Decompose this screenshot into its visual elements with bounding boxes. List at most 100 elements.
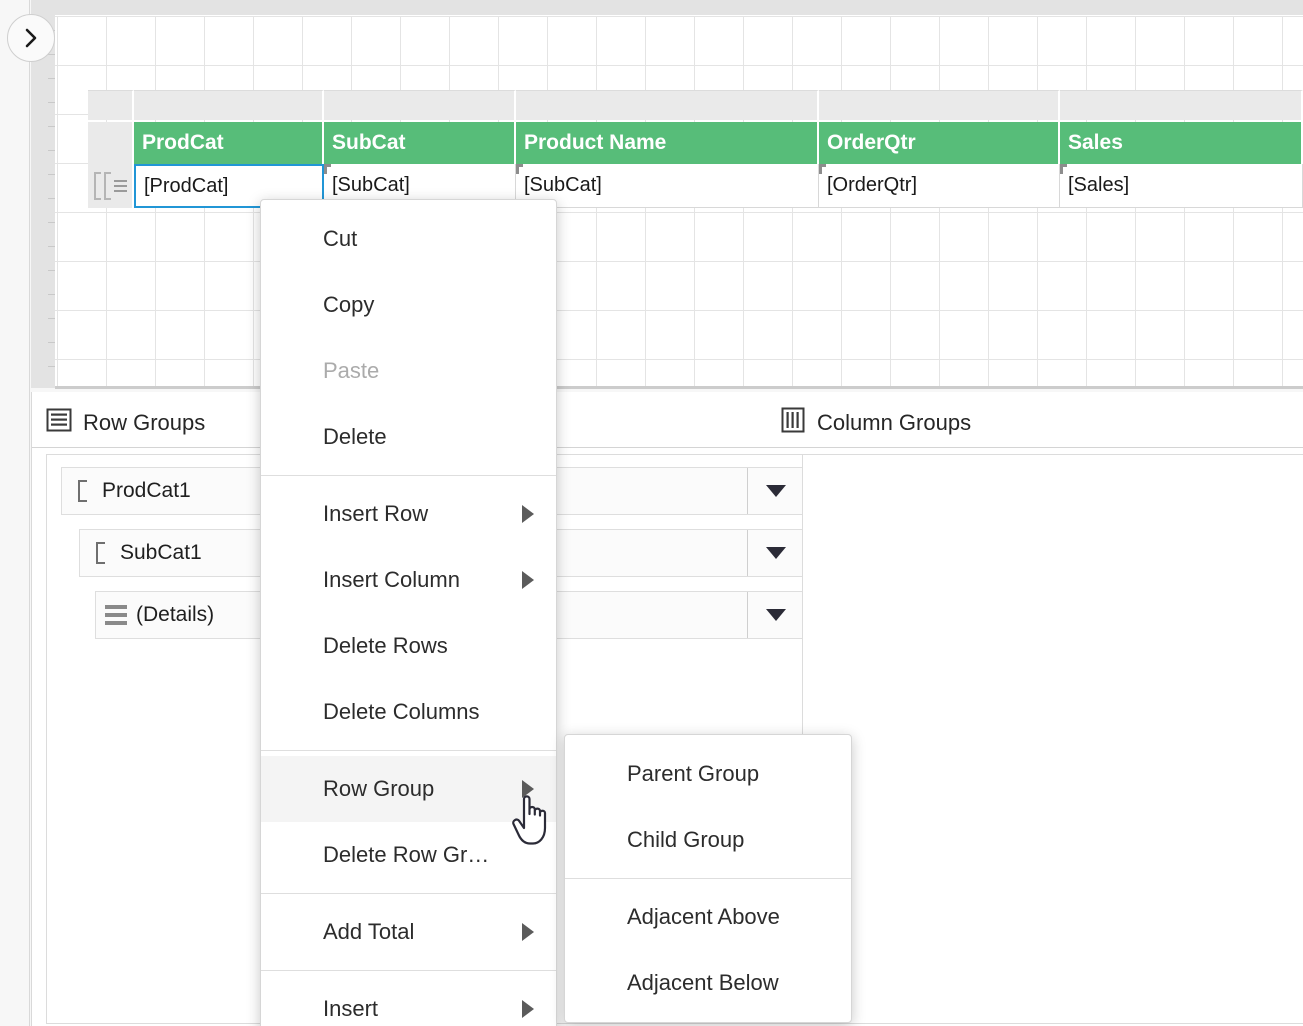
cell-corner-marker bbox=[819, 164, 826, 174]
row-group-dropdown-button[interactable] bbox=[747, 530, 804, 576]
menu-item[interactable]: Insert Row bbox=[261, 481, 556, 547]
group-bracket-icon bbox=[93, 172, 101, 200]
tablix-header-cell[interactable]: Sales bbox=[1060, 122, 1303, 164]
menu-item[interactable]: Adjacent Below bbox=[565, 950, 851, 1016]
column-handle[interactable] bbox=[819, 90, 1060, 120]
details-hamburger-icon bbox=[113, 180, 127, 192]
menu-item[interactable]: Copy bbox=[261, 272, 556, 338]
menu-item-label: Child Group bbox=[627, 827, 745, 852]
column-handle[interactable] bbox=[1060, 90, 1303, 120]
menu-item-label: Row Group bbox=[323, 776, 435, 801]
menu-item-label: Delete Row Gr… bbox=[323, 842, 490, 867]
cell-corner-marker bbox=[516, 164, 523, 174]
menu-item[interactable]: Cut bbox=[261, 206, 556, 272]
row-group-submenu[interactable]: Parent Group Child Group Adjacent Above Adj… bbox=[564, 734, 852, 1023]
menu-item[interactable]: Insert Column bbox=[261, 547, 556, 613]
menu-item-label: Paste bbox=[323, 358, 380, 383]
row-group-label: SubCat1 bbox=[120, 541, 202, 564]
menu-item-label: Delete bbox=[323, 424, 387, 449]
tablix-cell-expression: [Sales] bbox=[1068, 174, 1130, 196]
submenu-arrow-icon bbox=[522, 1000, 534, 1018]
tablix-column: ProdCat [ProdCat] bbox=[134, 122, 324, 208]
chevron-right-icon bbox=[20, 27, 42, 49]
menu-item[interactable]: Delete Rows bbox=[261, 613, 556, 679]
column-groups-icon bbox=[780, 407, 806, 438]
menu-item[interactable]: Delete Row Gr… bbox=[261, 822, 556, 888]
menu-item[interactable]: Child Group bbox=[565, 807, 851, 873]
menu-item-label: Delete Rows bbox=[323, 633, 448, 658]
tablix-column: OrderQtr [OrderQtr] bbox=[819, 122, 1060, 208]
left-rail bbox=[0, 0, 30, 1026]
tablix-header-cell[interactable]: OrderQtr bbox=[819, 122, 1060, 164]
tablix-body: ProdCat [ProdCat] SubCat [SubCat] Product Na… bbox=[88, 122, 1303, 208]
tablix-column: SubCat [SubCat] bbox=[324, 122, 516, 208]
column-handle[interactable] bbox=[324, 90, 516, 120]
group-bracket-icon bbox=[103, 172, 111, 200]
canvas-bottom-edge bbox=[55, 386, 1303, 389]
tablix-detail-cell[interactable]: [OrderQtr] bbox=[819, 164, 1060, 208]
column-groups-title: Column Groups bbox=[817, 409, 972, 435]
tablix-column-handles[interactable] bbox=[88, 90, 1303, 120]
chevron-down-icon bbox=[766, 609, 786, 621]
row-handle-detail[interactable] bbox=[88, 164, 134, 208]
tablix-cell-expression: [SubCat] bbox=[332, 174, 410, 196]
horizontal-ruler bbox=[55, 0, 1303, 15]
tablix-header-cell[interactable]: Product Name bbox=[516, 122, 819, 164]
menu-item[interactable]: Adjacent Above bbox=[565, 884, 851, 950]
menu-item[interactable]: Parent Group bbox=[565, 741, 851, 807]
design-surface[interactable]: ProdCat [ProdCat] SubCat [SubCat] Product Na… bbox=[55, 0, 1303, 389]
row-group-label: (Details) bbox=[136, 603, 215, 626]
group-bracket-icon bbox=[62, 480, 102, 502]
menu-item-label: Adjacent Above bbox=[627, 904, 780, 929]
menu-item-label: Parent Group bbox=[627, 761, 760, 786]
row-group-label: ProdCat1 bbox=[102, 479, 191, 502]
submenu-arrow-icon bbox=[522, 571, 534, 589]
tablix-detail-cell[interactable]: [SubCat] bbox=[516, 164, 819, 208]
menu-item[interactable]: Delete bbox=[261, 404, 556, 470]
tablix-header-cell[interactable]: ProdCat bbox=[134, 122, 324, 164]
cell-corner-marker bbox=[1060, 164, 1067, 174]
tablix-cell-expression: [OrderQtr] bbox=[827, 174, 918, 196]
menu-item-label: Add Total bbox=[323, 919, 415, 944]
menu-item-label: Insert Row bbox=[323, 501, 429, 526]
menu-separator bbox=[261, 475, 556, 476]
menu-item-label: Adjacent Below bbox=[627, 970, 779, 995]
tablix-cell-expression: [ProdCat] bbox=[144, 174, 229, 197]
tablix-cell-expression: [SubCat] bbox=[524, 174, 602, 196]
report-designer-window: ProdCat [ProdCat] SubCat [SubCat] Product Na… bbox=[0, 0, 1303, 1026]
column-groups-header: Column Groups bbox=[780, 398, 971, 447]
submenu-arrow-icon bbox=[522, 780, 534, 798]
menu-separator bbox=[565, 878, 851, 879]
column-handle[interactable] bbox=[516, 90, 819, 120]
panel-expand-button[interactable] bbox=[7, 14, 55, 62]
details-hamburger-icon bbox=[96, 605, 136, 625]
menu-item-label: Copy bbox=[323, 292, 375, 317]
tablix-header-cell[interactable]: SubCat bbox=[324, 122, 516, 164]
menu-separator bbox=[261, 893, 556, 894]
menu-item-label: Insert bbox=[323, 996, 379, 1021]
column-handle[interactable] bbox=[134, 90, 324, 120]
row-groups-icon bbox=[46, 407, 72, 438]
row-group-dropdown-button[interactable] bbox=[747, 592, 804, 638]
cell-corner-marker bbox=[324, 164, 331, 174]
tablix-column: Sales [Sales] bbox=[1060, 122, 1303, 208]
column-groups-pane[interactable] bbox=[802, 454, 1303, 1024]
menu-item-label: Insert Column bbox=[323, 567, 460, 592]
submenu-arrow-icon bbox=[522, 505, 534, 523]
tablix-context-menu[interactable]: Cut Copy Paste Delete Insert Row Insert Colum… bbox=[260, 199, 557, 1026]
tablix-corner-handle[interactable] bbox=[88, 90, 134, 120]
grouping-pane-headerbar: Row Groups Column Groups bbox=[32, 398, 1303, 448]
row-groups-header: Row Groups bbox=[46, 398, 205, 447]
tablix-row-handles[interactable] bbox=[88, 122, 134, 208]
menu-item[interactable]: Delete Columns bbox=[261, 679, 556, 745]
chevron-down-icon bbox=[766, 547, 786, 559]
menu-item[interactable]: Row Group bbox=[261, 756, 556, 822]
row-handle-header[interactable] bbox=[88, 122, 134, 164]
menu-item: Paste bbox=[261, 338, 556, 404]
menu-separator bbox=[261, 750, 556, 751]
submenu-arrow-icon bbox=[522, 923, 534, 941]
tablix-detail-cell[interactable]: [Sales] bbox=[1060, 164, 1303, 208]
menu-item[interactable]: Insert bbox=[261, 976, 556, 1026]
menu-item[interactable]: Add Total bbox=[261, 899, 556, 965]
row-group-dropdown-button[interactable] bbox=[747, 468, 804, 514]
